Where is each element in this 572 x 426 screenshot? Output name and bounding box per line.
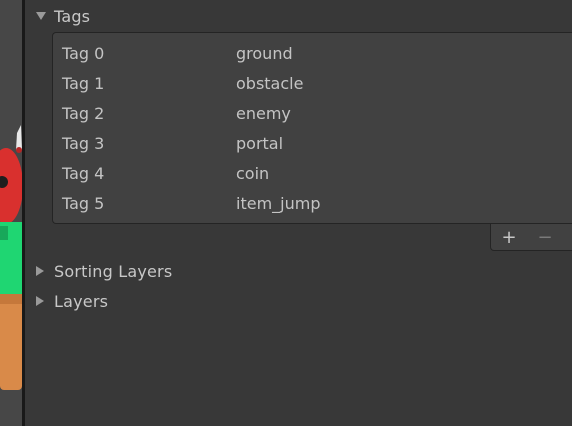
tags-and-layers-inspector: Tags Tag 0 ground Tag 1 obstacle Tag 2 e…	[0, 0, 572, 426]
add-tag-button[interactable]: +	[491, 225, 527, 249]
tag-name-label: Tag 2	[62, 103, 105, 123]
character-sprite-icon	[0, 0, 22, 426]
tag-name-label: Tag 4	[62, 163, 105, 183]
list-item[interactable]: Tag 0 ground	[62, 38, 293, 68]
tag-value-field[interactable]: enemy	[236, 104, 291, 123]
layers-foldout[interactable]: Layers	[35, 290, 108, 312]
list-item[interactable]: Tag 5 item_jump	[62, 188, 320, 218]
sorting-layers-foldout[interactable]: Sorting Layers	[35, 260, 172, 282]
tag-name-label: Tag 5	[62, 193, 105, 213]
plus-icon: +	[501, 226, 517, 248]
list-item[interactable]: Tag 3 portal	[62, 128, 283, 158]
sorting-layers-label: Sorting Layers	[54, 261, 173, 281]
triangle-right-icon	[35, 295, 49, 307]
tag-value-field[interactable]: coin	[236, 164, 269, 183]
list-footer: + −	[490, 224, 572, 251]
triangle-down-icon	[35, 11, 49, 21]
tag-name-label: Tag 3	[62, 133, 105, 153]
scene-view-strip	[0, 0, 22, 426]
list-item[interactable]: Tag 4 coin	[62, 158, 269, 188]
list-item[interactable]: Tag 1 obstacle	[62, 68, 303, 98]
tags-foldout-label: Tags	[54, 6, 91, 26]
minus-icon: −	[537, 226, 553, 248]
tags-list: Tag 0 ground Tag 1 obstacle Tag 2 enemy …	[52, 32, 572, 224]
list-item[interactable]: Tag 2 enemy	[62, 98, 291, 128]
remove-tag-button[interactable]: −	[527, 225, 563, 249]
tag-value-field[interactable]: obstacle	[236, 74, 303, 93]
tags-foldout[interactable]: Tags	[35, 5, 90, 27]
tag-name-label: Tag 0	[62, 43, 105, 63]
tag-value-field[interactable]: portal	[236, 134, 283, 153]
tag-value-field[interactable]: ground	[236, 44, 293, 63]
layers-label: Layers	[54, 291, 109, 311]
tag-value-field[interactable]: item_jump	[236, 194, 320, 213]
tag-name-label: Tag 1	[62, 73, 105, 93]
triangle-right-icon	[35, 265, 49, 277]
inspector-panel: Tags Tag 0 ground Tag 1 obstacle Tag 2 e…	[25, 0, 572, 426]
